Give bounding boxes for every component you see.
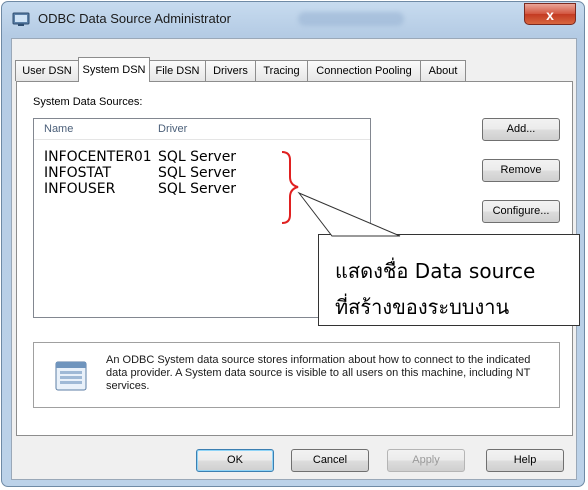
dsn-driver: SQL Server <box>158 165 237 181</box>
apply-button[interactable]: Apply <box>387 449 465 472</box>
annotation-box: แสดงชื่อ Data source ที่สร้างของระบบงาน <box>318 234 580 326</box>
remove-button[interactable]: Remove <box>482 159 560 182</box>
configure-button[interactable]: Configure... <box>482 200 560 223</box>
ok-button[interactable]: OK <box>196 449 274 472</box>
dsn-name: INFOSTAT <box>44 165 112 181</box>
system-data-sources-label: System Data Sources: <box>33 96 143 108</box>
annotation-line-1: แสดงชื่อ Data source <box>335 259 536 283</box>
window-title: ODBC Data Source Administrator <box>38 11 231 26</box>
tab-user-dsn[interactable]: User DSN <box>15 60 79 81</box>
dsn-driver: SQL Server <box>158 181 237 197</box>
column-name-header[interactable]: Name <box>44 123 73 135</box>
blurred-title-area <box>298 12 404 26</box>
odbc-app-icon <box>12 11 30 27</box>
info-box: An ODBC System data source stores inform… <box>33 342 560 408</box>
tab-connection-pooling[interactable]: Connection Pooling <box>307 60 421 81</box>
tab-about[interactable]: About <box>420 60 466 81</box>
data-source-info-icon <box>54 359 88 396</box>
dsn-driver: SQL Server <box>158 149 237 165</box>
help-button[interactable]: Help <box>486 449 564 472</box>
title-bar[interactable]: ODBC Data Source Administrator x <box>2 2 584 36</box>
add-button[interactable]: Add... <box>482 118 560 141</box>
tab-drivers[interactable]: Drivers <box>205 60 256 81</box>
list-header: Name Driver <box>34 119 370 140</box>
tab-system-dsn[interactable]: System DSN <box>78 57 150 82</box>
annotation-line-2: ที่สร้างของระบบงาน <box>335 295 510 319</box>
close-button[interactable]: x <box>524 3 576 25</box>
column-driver-header[interactable]: Driver <box>158 123 187 135</box>
tab-tracing[interactable]: Tracing <box>255 60 308 81</box>
dsn-name: INFOCENTER01 <box>44 149 152 165</box>
tab-file-dsn[interactable]: File DSN <box>149 60 206 81</box>
info-text: An ODBC System data source stores inform… <box>106 354 531 392</box>
cancel-button[interactable]: Cancel <box>291 449 369 472</box>
dsn-name: INFOUSER <box>44 181 116 197</box>
